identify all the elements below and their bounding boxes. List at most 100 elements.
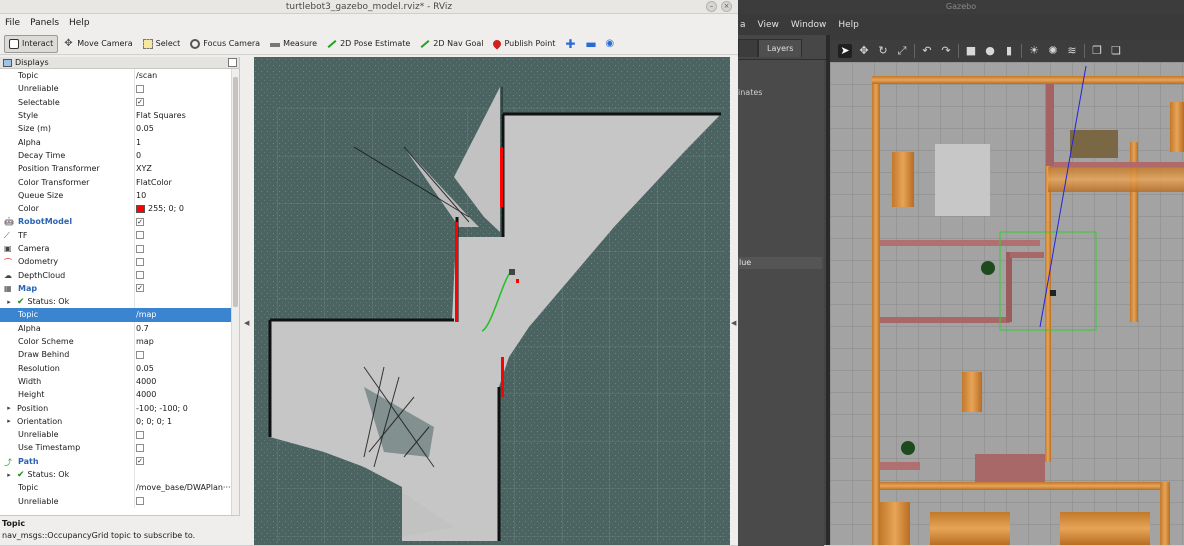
- checkbox[interactable]: [136, 231, 144, 240]
- measure-tool-button[interactable]: Measure: [266, 35, 321, 53]
- display-property-row[interactable]: Unreliable: [0, 428, 239, 442]
- expand-arrow-icon[interactable]: ▸: [4, 471, 14, 479]
- publish-point-tool-button[interactable]: Publish Point: [489, 35, 559, 53]
- cylinder-shape-icon[interactable]: ▮: [1002, 44, 1016, 58]
- rviz-3d-viewport[interactable]: [254, 57, 730, 545]
- move-camera-tool-button[interactable]: ✥ Move Camera: [60, 35, 136, 53]
- property-value[interactable]: [135, 443, 239, 452]
- checkbox[interactable]: [136, 84, 144, 93]
- display-property-row[interactable]: Selectable ✓: [0, 95, 239, 109]
- display-property-row[interactable]: ☁ DepthCloud: [0, 268, 239, 282]
- display-property-row[interactable]: Topic/map: [0, 308, 239, 322]
- display-property-row[interactable]: Topic/move_base/DWAPlan···: [0, 481, 239, 495]
- menu-panels[interactable]: Panels: [30, 18, 59, 28]
- property-value[interactable]: 255; 0; 0: [135, 204, 239, 213]
- property-value[interactable]: 0.7: [135, 324, 239, 333]
- point-light-icon[interactable]: ☀: [1027, 44, 1041, 58]
- directional-light-icon[interactable]: ≋: [1065, 44, 1079, 58]
- display-property-row[interactable]: Unreliable: [0, 494, 239, 508]
- checkbox[interactable]: [136, 257, 144, 266]
- menu-help[interactable]: Help: [69, 18, 90, 28]
- property-value[interactable]: XYZ: [135, 164, 239, 173]
- right-splitter[interactable]: ◀: [730, 57, 738, 545]
- select-tool-button[interactable]: Select: [139, 35, 185, 53]
- property-value[interactable]: ✓: [135, 217, 239, 226]
- property-value[interactable]: /scan: [135, 71, 239, 80]
- property-value[interactable]: 0: [135, 151, 239, 160]
- property-value[interactable]: 0.05: [135, 364, 239, 373]
- display-property-row[interactable]: Color Transformer FlatColor: [0, 175, 239, 189]
- property-value[interactable]: FlatColor: [135, 178, 239, 187]
- display-property-row[interactable]: Topic/scan: [0, 69, 239, 83]
- property-value[interactable]: -100; -100; 0: [135, 404, 239, 413]
- tab-layers[interactable]: Layers: [758, 39, 803, 57]
- property-value[interactable]: 0; 0; 0; 1: [135, 417, 239, 426]
- display-property-row[interactable]: Decay Time 0: [0, 148, 239, 163]
- display-property-row[interactable]: Use Timestamp: [0, 441, 239, 455]
- property-value[interactable]: [135, 257, 239, 266]
- property-value[interactable]: 4000: [135, 377, 239, 386]
- display-property-row[interactable]: ▣ Camera: [0, 241, 239, 256]
- menu-view[interactable]: View: [758, 20, 779, 30]
- display-property-row[interactable]: ⤴ Path ✓: [0, 454, 239, 468]
- checkbox[interactable]: ✓: [136, 98, 144, 107]
- expand-arrow-icon[interactable]: ▸: [4, 298, 14, 306]
- property-value[interactable]: 10: [135, 191, 239, 200]
- checkbox[interactable]: [136, 443, 144, 452]
- display-property-row[interactable]: Color 255; 0; 0: [0, 201, 239, 216]
- left-splitter[interactable]: ◀: [241, 57, 254, 545]
- display-property-row[interactable]: Style Flat Squares: [0, 108, 239, 123]
- checkbox[interactable]: [136, 244, 144, 253]
- nav-goal-tool-button[interactable]: 2D Nav Goal: [416, 35, 487, 53]
- display-property-row[interactable]: ▦ Map ✓: [0, 281, 239, 296]
- display-property-row[interactable]: ▸ ✔ Status: Ok: [0, 295, 239, 309]
- property-value[interactable]: ✓: [135, 284, 239, 293]
- sphere-shape-icon[interactable]: ●: [983, 44, 997, 58]
- checkbox[interactable]: [136, 497, 144, 506]
- menu-edit-partial[interactable]: a: [740, 20, 746, 30]
- add-tool-button[interactable]: ✚: [561, 35, 579, 53]
- checkbox[interactable]: ✓: [136, 284, 144, 293]
- property-value[interactable]: ✓: [135, 457, 239, 466]
- property-value[interactable]: Flat Squares: [135, 111, 239, 120]
- tool-properties-button[interactable]: ◉: [601, 35, 619, 53]
- redo-icon[interactable]: ↷: [939, 44, 953, 58]
- select-mode-icon[interactable]: ➤: [838, 44, 852, 58]
- menu-file[interactable]: File: [5, 18, 20, 28]
- collapse-left-icon[interactable]: ◀: [244, 319, 249, 327]
- display-property-row[interactable]: Size (m) 0.05: [0, 122, 239, 136]
- translate-mode-icon[interactable]: ✥: [857, 44, 871, 58]
- displays-scrollbar[interactable]: [231, 69, 239, 515]
- display-property-row[interactable]: ▸ ✔ Status: Ok: [0, 467, 239, 482]
- menu-help[interactable]: Help: [838, 20, 859, 30]
- display-property-row[interactable]: ⟋ TF: [0, 228, 239, 242]
- display-property-row[interactable]: ▸ Position -100; -100; 0: [0, 401, 239, 415]
- property-value[interactable]: [135, 231, 239, 240]
- display-property-row[interactable]: Position Transformer XYZ: [0, 162, 239, 176]
- property-value[interactable]: map: [135, 337, 239, 346]
- checkbox[interactable]: [136, 430, 144, 439]
- panel-close-icon[interactable]: [228, 58, 237, 67]
- pose-estimate-tool-button[interactable]: 2D Pose Estimate: [323, 35, 414, 53]
- box-shape-icon[interactable]: ■: [964, 44, 978, 58]
- display-property-row[interactable]: Draw Behind: [0, 348, 239, 362]
- display-property-row[interactable]: ▸ Orientation 0; 0; 0; 1: [0, 414, 239, 429]
- property-value[interactable]: ✓: [135, 98, 239, 107]
- display-property-row[interactable]: 🤖 RobotModel ✓: [0, 215, 239, 229]
- display-property-row[interactable]: Alpha 1: [0, 135, 239, 149]
- collapse-right-icon[interactable]: ◀: [731, 319, 736, 327]
- property-value[interactable]: /map: [135, 310, 239, 319]
- scale-mode-icon[interactable]: ⤢: [895, 44, 909, 58]
- property-value[interactable]: 0.05: [135, 124, 239, 133]
- checkbox[interactable]: ✓: [136, 457, 144, 466]
- checkbox[interactable]: [136, 271, 144, 280]
- display-property-row[interactable]: Resolution 0.05: [0, 361, 239, 375]
- gazebo-3d-scene[interactable]: [830, 62, 1184, 545]
- scrollbar-thumb[interactable]: [233, 77, 238, 307]
- menu-window[interactable]: Window: [791, 20, 827, 30]
- property-value[interactable]: [135, 350, 239, 359]
- copy-icon[interactable]: ❐: [1090, 44, 1104, 58]
- display-property-row[interactable]: Queue Size 10: [0, 188, 239, 202]
- display-property-row[interactable]: Color Scheme map: [0, 334, 239, 349]
- display-property-row[interactable]: Alpha 0.7: [0, 321, 239, 335]
